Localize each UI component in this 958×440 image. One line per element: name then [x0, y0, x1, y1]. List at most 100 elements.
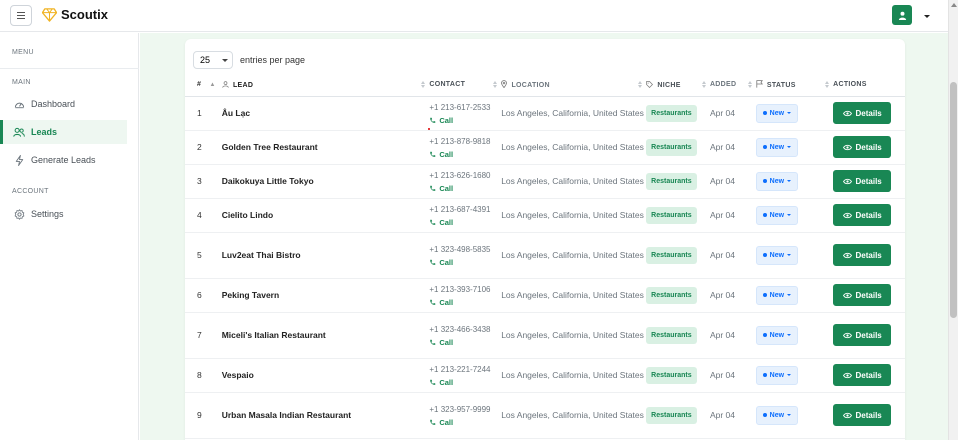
- status-dropdown-button[interactable]: New: [755, 365, 799, 385]
- niche-badge: Restaurants: [646, 406, 697, 424]
- call-link[interactable]: Call: [429, 338, 501, 347]
- sort-arrows-icon: [638, 81, 643, 89]
- call-link[interactable]: Call: [429, 378, 501, 387]
- sidebar-item-settings[interactable]: Settings: [0, 202, 127, 226]
- details-button[interactable]: Details: [833, 170, 892, 192]
- contact-cell: +1 213-878-9818 Call: [429, 130, 501, 164]
- column-header-status[interactable]: STATUS: [755, 74, 834, 97]
- scroll-up-arrow-icon[interactable]: [951, 3, 957, 7]
- details-button[interactable]: Details: [833, 284, 892, 306]
- user-dropdown-toggle[interactable]: [918, 9, 936, 23]
- user-menu-button[interactable]: [892, 5, 912, 25]
- details-label: Details: [855, 176, 882, 186]
- column-header-actions: ACTIONS: [833, 74, 905, 97]
- call-label: Call: [439, 417, 454, 427]
- status-label: New: [769, 177, 785, 185]
- column-header-niche[interactable]: NICHE: [646, 74, 710, 97]
- status-cell: New: [755, 198, 833, 232]
- status-dropdown-button[interactable]: New: [755, 103, 799, 123]
- row-number: 7: [197, 330, 202, 340]
- phone-icon: [429, 185, 436, 192]
- call-link[interactable]: Call: [429, 116, 501, 125]
- call-label: Call: [439, 337, 454, 347]
- location-cell: Los Angeles, California, United States: [501, 410, 644, 420]
- actions-cell: Details: [833, 312, 905, 358]
- phone-number: +1 213-221-7244: [429, 364, 491, 374]
- contact-cell: +1 213-617-2533 Call: [429, 96, 501, 130]
- call-link[interactable]: Call: [429, 418, 501, 427]
- details-button[interactable]: Details: [833, 404, 892, 426]
- lead-name: Miceli's Italian Restaurant: [221, 330, 326, 340]
- details-label: Details: [855, 330, 882, 340]
- details-button[interactable]: Details: [833, 136, 892, 158]
- added-date: Apr 04: [709, 142, 735, 152]
- status-dropdown-button[interactable]: New: [755, 245, 799, 265]
- row-number: 9: [197, 410, 202, 420]
- actions-cell: Details: [833, 96, 905, 130]
- column-header-added[interactable]: ADDED: [709, 74, 756, 97]
- phone-icon: [429, 299, 436, 306]
- sidebar-menu-heading: MENU: [12, 49, 34, 56]
- menu-toggle-button[interactable]: [10, 5, 32, 26]
- main-content: 25 entries per page # ▲ LEAD CONTACT LOC…: [140, 33, 948, 440]
- column-header-location[interactable]: LOCATION: [501, 74, 647, 97]
- top-navbar: Scoutix: [0, 0, 948, 32]
- niche-cell: Restaurants: [646, 164, 710, 198]
- added-date: Apr 04: [709, 410, 735, 420]
- users-icon: [13, 126, 25, 138]
- status-dropdown-button[interactable]: New: [755, 137, 799, 157]
- phone-number: +1 323-957-9999: [429, 404, 491, 414]
- details-button[interactable]: Details: [833, 244, 892, 266]
- status-cell: New: [755, 96, 833, 130]
- page-size-select[interactable]: 25: [193, 51, 233, 69]
- call-link[interactable]: Call: [429, 184, 501, 193]
- column-header-lead[interactable]: LEAD: [215, 74, 430, 97]
- row-number: 2: [197, 142, 202, 152]
- status-dot-icon: [762, 413, 767, 417]
- scrollbar-thumb[interactable]: [950, 82, 957, 318]
- lead-name: Cielito Lindo: [221, 210, 274, 220]
- table-row: 7 Miceli's Italian Restaurant +1 323-466-3…: [185, 312, 905, 358]
- page-scrollbar[interactable]: [948, 0, 958, 440]
- actions-cell: Details: [833, 198, 905, 232]
- phone-icon: [429, 259, 436, 266]
- caret-down-icon: [787, 112, 792, 114]
- niche-cell: Restaurants: [646, 278, 710, 312]
- caret-down-icon: [787, 374, 792, 376]
- niche-cell: Restaurants: [646, 130, 710, 164]
- call-link[interactable]: Call: [429, 150, 501, 159]
- location-cell: Los Angeles, California, United States: [501, 108, 644, 118]
- status-cell: New: [755, 232, 833, 278]
- status-cell: New: [755, 358, 833, 392]
- status-dropdown-button[interactable]: New: [755, 205, 799, 225]
- user-icon: [898, 11, 906, 20]
- details-button[interactable]: Details: [833, 324, 892, 346]
- status-dropdown-button[interactable]: New: [755, 285, 799, 305]
- status-dropdown-button[interactable]: New: [755, 171, 799, 191]
- column-header-contact[interactable]: CONTACT: [429, 74, 502, 97]
- details-label: Details: [855, 250, 882, 260]
- phone-number: +1 323-498-5835: [429, 244, 491, 254]
- details-label: Details: [855, 290, 882, 300]
- details-button[interactable]: Details: [833, 204, 892, 226]
- details-button[interactable]: Details: [833, 364, 892, 386]
- status-dropdown-button[interactable]: New: [755, 325, 799, 345]
- call-link[interactable]: Call: [429, 298, 501, 307]
- added-date: Apr 04: [709, 176, 735, 186]
- details-label: Details: [855, 370, 882, 380]
- status-dropdown-button[interactable]: New: [755, 405, 799, 425]
- column-header-number[interactable]: # ▲: [185, 74, 216, 97]
- sidebar-item-leads[interactable]: Leads: [0, 120, 127, 144]
- call-link[interactable]: Call: [429, 258, 501, 267]
- row-number: 4: [197, 210, 202, 220]
- status-label: New: [769, 251, 785, 259]
- sidebar-item-dashboard[interactable]: Dashboard: [0, 92, 127, 116]
- call-link[interactable]: Call: [429, 218, 501, 227]
- status-label: New: [769, 371, 785, 379]
- details-button[interactable]: Details: [833, 102, 892, 124]
- sidebar-item-generate-leads[interactable]: Generate Leads: [0, 148, 127, 172]
- status-cell: New: [755, 312, 833, 358]
- table-row: 6 Peking Tavern +1 213-393-7106 Call Los Ang…: [185, 278, 905, 312]
- table-row: 4 Cielito Lindo +1 213-687-4391 Call Los Ang…: [185, 198, 905, 232]
- details-label: Details: [855, 410, 882, 420]
